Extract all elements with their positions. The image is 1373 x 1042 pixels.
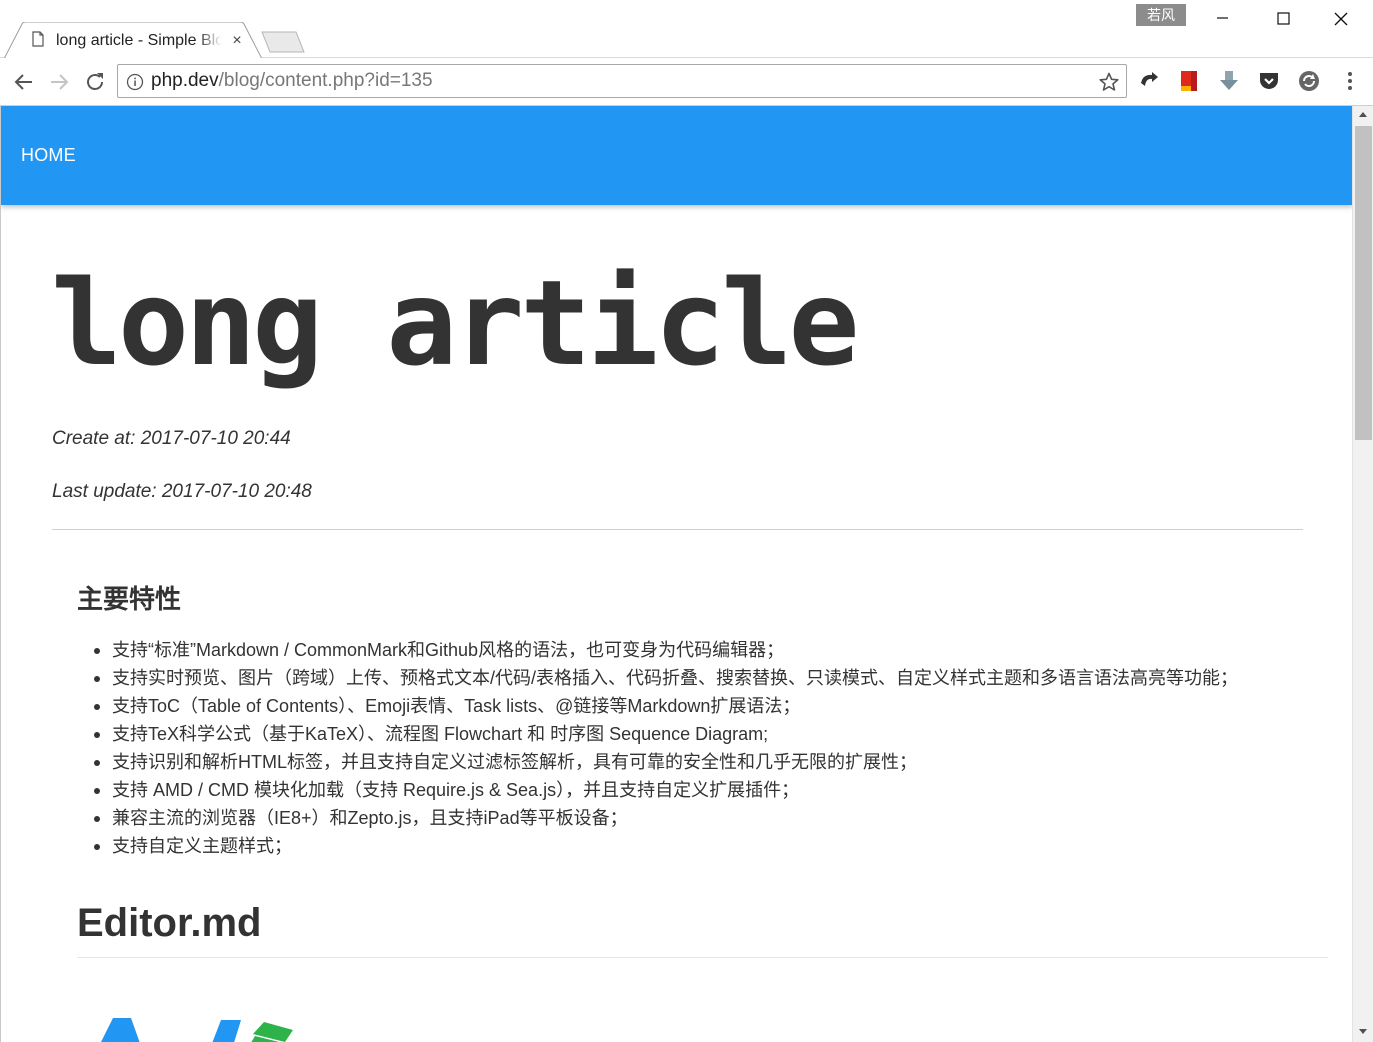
feature-list: 支持“标准”Markdown / CommonMark和Github风格的语法，… xyxy=(77,636,1238,860)
star-icon[interactable] xyxy=(1098,71,1120,93)
extension-bookmark-icon[interactable] xyxy=(1177,69,1201,93)
page-icon xyxy=(32,31,44,47)
window-close-icon[interactable] xyxy=(1307,0,1373,36)
list-item: 支持实时预览、图片（跨域）上传、预格式文本/代码/表格插入、代码折叠、搜索替换、… xyxy=(77,664,1238,692)
section-heading: 主要特性 xyxy=(77,584,182,614)
info-icon[interactable] xyxy=(126,73,144,91)
list-item: 支持TeX科学公式（基于KaTeX）、流程图 Flowchart 和 时序图 S… xyxy=(77,720,1238,748)
scroll-up-icon[interactable] xyxy=(1353,106,1373,124)
scroll-thumb[interactable] xyxy=(1355,126,1372,440)
vertical-scrollbar[interactable] xyxy=(1352,106,1373,1042)
updated-date: Last update: 2017-07-10 20:48 xyxy=(52,481,312,502)
list-item: 支持自定义主题样式； xyxy=(77,832,1238,860)
nav-home-link[interactable]: HOME xyxy=(21,144,76,166)
heading-divider xyxy=(77,957,1328,958)
profile-badge[interactable]: 若风 xyxy=(1136,4,1186,26)
list-item: 支持ToC（Table of Contents）、Emoji表情、Task li… xyxy=(77,692,1238,720)
new-tab-button[interactable] xyxy=(260,30,306,54)
download-icon[interactable] xyxy=(1217,69,1241,93)
list-item: 支持识别和解析HTML标签，并且支持自定义过滤标签解析，具有可靠的安全性和几乎无… xyxy=(77,748,1238,776)
scroll-down-icon[interactable] xyxy=(1353,1022,1373,1040)
menu-dots-icon[interactable] xyxy=(1338,69,1362,93)
page-viewport: HOME long article Create at: 2017-07-10 … xyxy=(0,106,1352,1042)
address-bar[interactable]: php.dev/blog/content.php?id=135 xyxy=(117,64,1127,98)
reload-icon[interactable] xyxy=(82,69,108,95)
tab-close-icon[interactable]: × xyxy=(228,30,246,52)
browser-toolbar: php.dev/blog/content.php?id=135 xyxy=(0,58,1373,106)
divider xyxy=(52,529,1303,530)
editor-md-logo xyxy=(101,1018,293,1042)
browser-titlebar: long article - Simple Blog × 若风 xyxy=(0,0,1373,59)
url-text[interactable]: php.dev/blog/content.php?id=135 xyxy=(151,70,433,92)
list-item: 支持 AMD / CMD 模块化加载（支持 Require.js & Sea.j… xyxy=(77,776,1238,804)
list-item: 支持“标准”Markdown / CommonMark和Github风格的语法，… xyxy=(77,636,1238,664)
url-path: /blog/content.php?id=135 xyxy=(218,70,433,91)
forward-arrow-icon[interactable] xyxy=(46,69,72,95)
extension-refresh-icon[interactable] xyxy=(1137,69,1161,93)
list-item: 兼容主流的浏览器（IE8+）和Zepto.js，且支持iPad等平板设备； xyxy=(77,804,1238,832)
editor-heading: Editor.md xyxy=(77,901,262,945)
pocket-icon[interactable] xyxy=(1257,69,1281,93)
url-host: php.dev xyxy=(151,70,219,91)
created-date: Create at: 2017-07-10 20:44 xyxy=(52,428,291,449)
tab-title: long article - Simple Blog xyxy=(56,32,222,49)
article-title: long article xyxy=(51,254,860,392)
sync-icon[interactable] xyxy=(1297,69,1321,93)
back-arrow-icon[interactable] xyxy=(11,69,37,95)
site-navbar: HOME xyxy=(1,106,1352,205)
